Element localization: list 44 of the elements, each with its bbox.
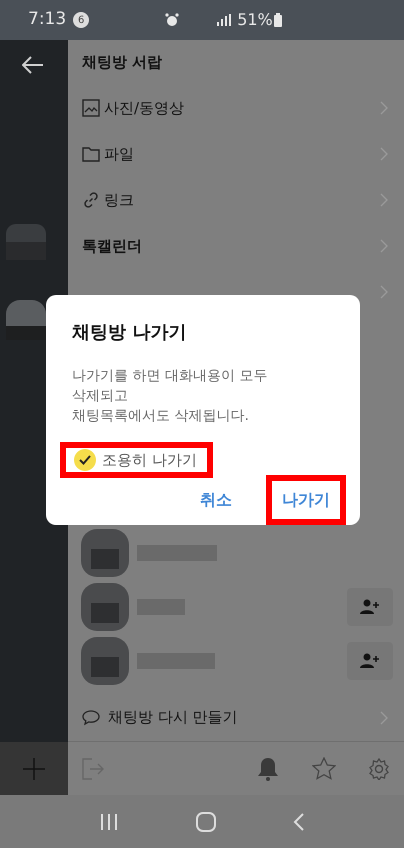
- recreate-chat-item[interactable]: 채팅방 다시 만들기: [68, 694, 404, 742]
- dialog-message: 삭제되고: [72, 387, 129, 406]
- drawer-item[interactable]: 파일: [68, 131, 404, 177]
- drawer-item[interactable]: 사진/동영상: [68, 85, 404, 131]
- checkbox[interactable]: [74, 449, 96, 471]
- chevron-icon: [380, 239, 388, 253]
- add-friend-button[interactable]: [347, 588, 393, 626]
- speech-bubble-icon: [82, 710, 100, 726]
- add-person-icon: [360, 653, 380, 669]
- blurred-avatar: [81, 637, 129, 685]
- chevron-icon: [380, 193, 388, 207]
- clock: 7:13: [28, 8, 66, 32]
- image-icon: [82, 99, 100, 117]
- blurred-avatar: [81, 529, 129, 577]
- battery-percent: 51%: [237, 9, 273, 31]
- signal-icon: [215, 14, 234, 26]
- settings-icon[interactable]: [368, 758, 390, 780]
- home-icon[interactable]: [196, 812, 216, 832]
- drawer-item[interactable]: 톡캘린더: [68, 223, 404, 269]
- check-icon: [79, 455, 91, 465]
- dialog-title: 채팅방 나가기: [72, 321, 188, 345]
- star-icon[interactable]: [312, 757, 336, 780]
- quiet-exit-option[interactable]: 조용히 나가기: [60, 442, 213, 478]
- link-icon: [82, 191, 100, 209]
- notification-count: 6: [73, 12, 90, 28]
- back-icon[interactable]: [293, 812, 306, 832]
- dialog-message: 채팅목록에서도 삭제됩니다.: [72, 407, 250, 426]
- folder-icon: [82, 146, 100, 162]
- drawer-title: 채팅방 서랍: [82, 52, 162, 74]
- add-person-icon: [360, 599, 380, 615]
- back-arrow-icon[interactable]: [22, 56, 44, 74]
- add-friend-button[interactable]: [347, 642, 393, 680]
- battery-icon: [274, 13, 282, 27]
- chevron-icon: [380, 285, 388, 299]
- chevron-icon: [380, 710, 388, 724]
- dialog-button[interactable]: 취소: [184, 475, 248, 525]
- recent-apps-icon[interactable]: [98, 812, 119, 832]
- bell-icon[interactable]: [258, 756, 278, 780]
- drawer-item[interactable]: 링크: [68, 177, 404, 223]
- dialog-button[interactable]: 나가기: [266, 475, 346, 525]
- chevron-icon: [380, 101, 388, 115]
- blurred-avatar: [81, 583, 129, 631]
- chevron-icon: [380, 147, 388, 161]
- dialog-message: 나가기를 하면 대화내용이 모두: [72, 367, 268, 386]
